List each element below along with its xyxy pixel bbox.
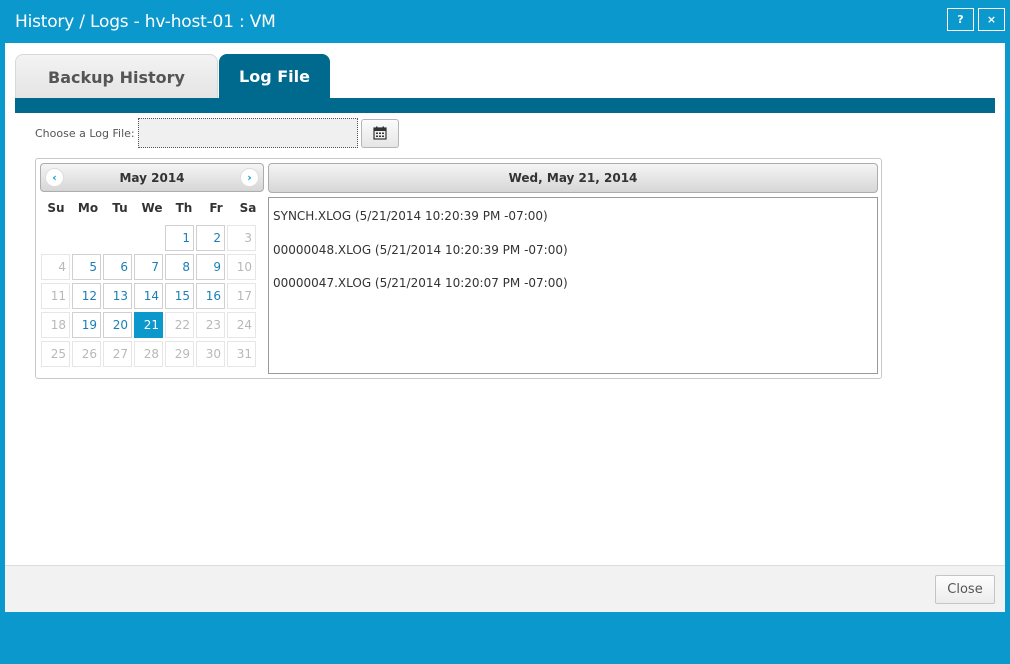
title-buttons: ? × xyxy=(947,7,1005,31)
dialog-body: Backup History Log File Choose a Log Fil… xyxy=(5,43,1005,612)
calendar-day[interactable]: 16 xyxy=(196,283,225,309)
calendar-icon xyxy=(373,126,387,140)
calendar-day[interactable]: 14 xyxy=(134,283,163,309)
calendar-day: 4 xyxy=(41,254,70,280)
calendar-day[interactable]: 5 xyxy=(72,254,101,280)
title-bar: History / Logs - hv-host-01 : VM ? × xyxy=(5,0,1005,43)
weekday-label: Mo xyxy=(77,201,99,215)
weekday-header: Su Mo Tu We Th Fr Sa xyxy=(40,201,264,221)
prev-month-button[interactable]: ‹ xyxy=(45,168,64,187)
calendar-day[interactable]: 19 xyxy=(72,312,101,338)
calendar-day: 11 xyxy=(41,283,70,309)
log-file-item[interactable]: 00000048.XLOG (5/21/2014 10:20:39 PM -07… xyxy=(269,243,877,277)
calendar-day: 24 xyxy=(227,312,256,338)
weekday-label: Sa xyxy=(239,201,257,215)
calendar-day: 23 xyxy=(196,312,225,338)
log-file-item[interactable]: 00000047.XLOG (5/21/2014 10:20:07 PM -07… xyxy=(269,276,877,310)
history-logs-dialog: History / Logs - hv-host-01 : VM ? × Bac… xyxy=(0,0,1010,664)
tab-log-file[interactable]: Log File xyxy=(219,54,330,99)
calendar-header: ‹ May 2014 › xyxy=(40,163,264,192)
chevron-left-icon: ‹ xyxy=(52,171,57,184)
help-button[interactable]: ? xyxy=(947,7,974,31)
calendar-day[interactable]: 1 xyxy=(165,225,194,251)
calendar-day-empty xyxy=(72,225,101,251)
dialog-footer: Close xyxy=(5,565,1005,612)
calendar-day[interactable]: 2 xyxy=(196,225,225,251)
tab-bar: Backup History Log File xyxy=(15,54,330,99)
calendar-day-empty xyxy=(103,225,132,251)
calendar-button[interactable] xyxy=(360,118,399,148)
calendar: ‹ May 2014 › Su Mo Tu We Th Fr Sa 123456 xyxy=(40,163,264,367)
calendar-day-selected[interactable]: 21 xyxy=(134,312,163,338)
weekday-label: Fr xyxy=(209,201,223,215)
calendar-day[interactable]: 9 xyxy=(196,254,225,280)
log-file-input[interactable] xyxy=(137,118,358,148)
calendar-day[interactable]: 13 xyxy=(103,283,132,309)
log-file-item[interactable]: SYNCH.XLOG (5/21/2014 10:20:39 PM -07:00… xyxy=(269,209,877,243)
weekday-label: Tu xyxy=(112,201,128,215)
calendar-day: 10 xyxy=(227,254,256,280)
calendar-day[interactable]: 15 xyxy=(165,283,194,309)
weekday-label: Su xyxy=(47,201,65,215)
calendar-day[interactable]: 8 xyxy=(165,254,194,280)
close-button[interactable]: Close xyxy=(935,575,995,604)
calendar-day: 25 xyxy=(41,341,70,367)
calendar-day: 27 xyxy=(103,341,132,367)
calendar-day-empty xyxy=(134,225,163,251)
log-file-list: SYNCH.XLOG (5/21/2014 10:20:39 PM -07:00… xyxy=(268,197,878,374)
calendar-day: 30 xyxy=(196,341,225,367)
calendar-day[interactable]: 7 xyxy=(134,254,163,280)
calendar-day: 22 xyxy=(165,312,194,338)
calendar-day: 26 xyxy=(72,341,101,367)
weekday-label: Th xyxy=(175,201,193,215)
calendar-day[interactable]: 12 xyxy=(72,283,101,309)
chooser-label: Choose a Log File: xyxy=(35,126,135,140)
calendar-day[interactable]: 20 xyxy=(103,312,132,338)
calendar-day[interactable]: 6 xyxy=(103,254,132,280)
next-month-button[interactable]: › xyxy=(239,168,259,187)
calendar-day: 31 xyxy=(227,341,256,367)
calendar-day-empty xyxy=(41,225,70,251)
calendar-day: 3 xyxy=(227,225,256,251)
tab-backup-history[interactable]: Backup History xyxy=(15,54,218,99)
window-title: History / Logs - hv-host-01 : VM xyxy=(15,11,276,32)
weekday-label: We xyxy=(141,201,163,215)
log-file-chooser: Choose a Log File: xyxy=(35,118,399,148)
calendar-day: 29 xyxy=(165,341,194,367)
calendar-day-grid: 1 2 3 4 5 6 7 8 9 10 11 12 13 14 15 16 17 18 19 20 21 22 23 24 2… xyxy=(41,225,264,367)
calendar-day: 17 xyxy=(227,283,256,309)
log-panel: ‹ May 2014 › Su Mo Tu We Th Fr Sa 123456 xyxy=(35,158,882,379)
chevron-right-icon: › xyxy=(247,171,252,184)
calendar-day: 28 xyxy=(134,341,163,367)
tab-strip xyxy=(15,98,995,113)
calendar-day: 18 xyxy=(41,312,70,338)
calendar-month-label: May 2014 xyxy=(119,170,185,185)
close-window-button[interactable]: × xyxy=(978,7,1005,31)
log-date-header: Wed, May 21, 2014 xyxy=(268,163,878,193)
